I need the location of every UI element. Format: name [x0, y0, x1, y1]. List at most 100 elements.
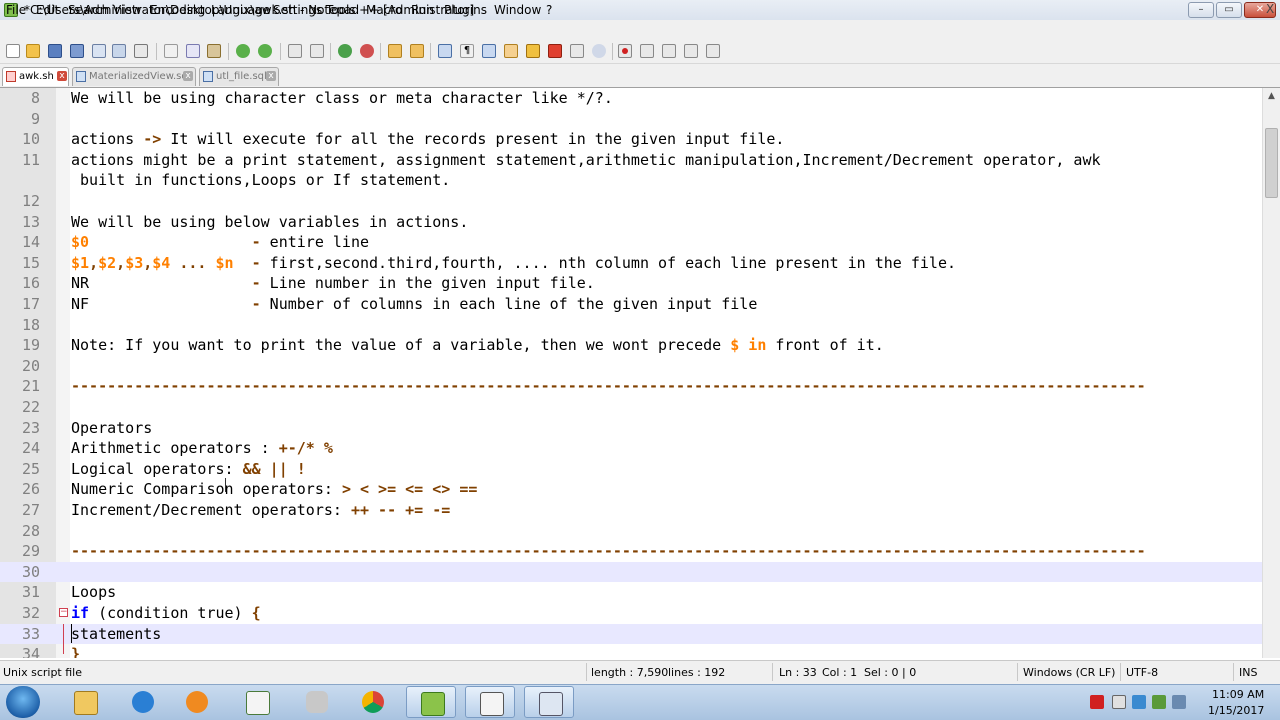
- taskbar-sql[interactable]: [292, 686, 342, 718]
- fold-toggle-icon[interactable]: −: [59, 608, 68, 617]
- scrollbar-thumb[interactable]: [1265, 128, 1278, 198]
- minimize-button[interactable]: –: [1188, 2, 1214, 18]
- code-line[interactable]: 33 statements: [0, 623, 1262, 645]
- menu-encoding[interactable]: Encoding: [150, 3, 205, 17]
- close-all-icon[interactable]: [112, 44, 126, 58]
- code-line[interactable]: 26 Numeric Comparison operators: > < >= <…: [0, 479, 1262, 500]
- code-text[interactable]: Numeric Comparison operators: > < >= <= …: [71, 479, 477, 499]
- editor[interactable]: 8 We will be using character class or met…: [0, 88, 1280, 658]
- undo-icon[interactable]: [236, 44, 250, 58]
- code-text[interactable]: $1,$2,$3,$4 ... $n - first,second.third,…: [71, 253, 956, 273]
- menu-edit[interactable]: Edit: [36, 3, 59, 17]
- code-text[interactable]: Operators: [71, 418, 152, 438]
- menu-window[interactable]: Window: [494, 3, 541, 17]
- tray-battery-icon[interactable]: [1112, 695, 1126, 709]
- code-text[interactable]: NR - Line number in the given input file…: [71, 273, 595, 293]
- code-text[interactable]: We will be using character class or meta…: [71, 88, 613, 108]
- code-line[interactable]: 25 Logical operators: && || !: [0, 459, 1262, 480]
- menu-language[interactable]: Language: [211, 3, 270, 17]
- run-macro-multiple-icon[interactable]: [684, 44, 698, 58]
- copy-icon[interactable]: [186, 44, 200, 58]
- record-macro-icon[interactable]: [618, 44, 632, 58]
- menu-plugins[interactable]: Plugins: [444, 3, 487, 17]
- code-line[interactable]: 30: [0, 561, 1262, 583]
- print-icon[interactable]: [134, 44, 148, 58]
- scroll-up-icon[interactable]: ▲: [1263, 88, 1280, 105]
- code-line[interactable]: 13 We will be using below variables in ac…: [0, 212, 1262, 233]
- taskbar-media-player[interactable]: [172, 686, 222, 718]
- code-line[interactable]: 19 Note: If you want to print the value o…: [0, 335, 1262, 356]
- code-text[interactable]: if (condition true) {: [71, 603, 261, 623]
- new-file-icon[interactable]: [6, 44, 20, 58]
- save-all-icon[interactable]: [70, 44, 84, 58]
- word-wrap-icon[interactable]: [438, 44, 452, 58]
- sync-v-icon[interactable]: [388, 44, 402, 58]
- code-line[interactable]: built in functions,Loops or If statement…: [0, 170, 1262, 191]
- tray-network-icon[interactable]: [1152, 695, 1166, 709]
- zoom-out-icon[interactable]: [360, 44, 374, 58]
- tray-volume-icon[interactable]: [1172, 695, 1186, 709]
- menu-help[interactable]: ?: [546, 3, 552, 17]
- status-mode[interactable]: INS: [1239, 666, 1257, 679]
- monitoring-icon[interactable]: [592, 44, 606, 58]
- taskbar-chrome[interactable]: [348, 686, 398, 718]
- code-text[interactable]: ----------------------------------------…: [71, 376, 1146, 396]
- menu-run[interactable]: Run: [411, 3, 434, 17]
- code-line[interactable]: 29 --------------------------------------…: [0, 541, 1262, 562]
- code-line[interactable]: 34}: [0, 644, 1262, 658]
- close-document-button[interactable]: X: [1266, 2, 1274, 16]
- tab-close-icon[interactable]: x: [266, 71, 276, 81]
- code-line[interactable]: 24 Arithmetic operators : +-/* %: [0, 438, 1262, 459]
- close-icon[interactable]: [92, 44, 106, 58]
- code-text[interactable]: statements: [71, 624, 161, 644]
- menu-search[interactable]: Search: [68, 3, 109, 17]
- menu-macro[interactable]: Macro: [366, 3, 402, 17]
- code-line[interactable]: 12: [0, 191, 1262, 212]
- tab-close-icon[interactable]: x: [57, 71, 67, 81]
- code-line[interactable]: 31 Loops: [0, 582, 1262, 603]
- code-line[interactable]: 22: [0, 397, 1262, 418]
- code-line[interactable]: 11 actions might be a print statement, as…: [0, 150, 1262, 171]
- tab-close-icon[interactable]: x: [183, 71, 193, 81]
- code-text[interactable]: actions -> It will execute for all the r…: [71, 129, 784, 149]
- cut-icon[interactable]: [164, 44, 178, 58]
- code-text[interactable]: We will be using below variables in acti…: [71, 212, 468, 232]
- code-text[interactable]: Loops: [71, 582, 116, 602]
- open-file-icon[interactable]: [26, 44, 40, 58]
- save-macro-icon[interactable]: [706, 44, 720, 58]
- indent-guide-icon[interactable]: [482, 44, 496, 58]
- code-line[interactable]: 32 if (condition true) {−: [0, 603, 1262, 624]
- code-line[interactable]: 10 actions -> It will execute for all the…: [0, 129, 1262, 150]
- tab-materializedview-sql[interactable]: MaterializedView.sql x: [72, 67, 196, 86]
- menu-view[interactable]: View: [113, 3, 141, 17]
- menu-settings[interactable]: Settings: [273, 3, 322, 17]
- code-line[interactable]: 17 NF - Number of columns in each line of…: [0, 294, 1262, 315]
- status-eol[interactable]: Windows (CR LF): [1023, 666, 1115, 679]
- start-button[interactable]: [6, 686, 40, 718]
- code-line[interactable]: 14 $0 - entire line: [0, 232, 1262, 253]
- function-list-icon[interactable]: [548, 44, 562, 58]
- code-line[interactable]: 18: [0, 315, 1262, 336]
- code-line[interactable]: 16 NR - Line number in the given input fi…: [0, 273, 1262, 294]
- taskbar-notepadpp[interactable]: [406, 686, 456, 718]
- code-text[interactable]: Note: If you want to print the value of …: [71, 335, 884, 355]
- doc-map-icon[interactable]: [526, 44, 540, 58]
- taskbar-task[interactable]: [465, 686, 515, 718]
- code-line[interactable]: 23 Operators: [0, 418, 1262, 439]
- save-icon[interactable]: [48, 44, 62, 58]
- folder-as-workspace-icon[interactable]: [570, 44, 584, 58]
- code-text[interactable]: built in functions,Loops or If statement…: [71, 170, 450, 190]
- menu-file[interactable]: File: [6, 3, 26, 17]
- show-all-chars-icon[interactable]: ¶: [460, 44, 474, 58]
- code-line[interactable]: 15 $1,$2,$3,$4 ... $n - first,second.thir…: [0, 253, 1262, 274]
- code-line[interactable]: 28: [0, 521, 1262, 542]
- tray-action-center-icon[interactable]: [1132, 695, 1146, 709]
- code-line[interactable]: 20: [0, 356, 1262, 377]
- code-line[interactable]: 27 Increment/Decrement operators: ++ -- +…: [0, 500, 1262, 521]
- tray-adobe-icon[interactable]: [1090, 695, 1104, 709]
- code-text[interactable]: Increment/Decrement operators: ++ -- += …: [71, 500, 450, 520]
- code-text[interactable]: Arithmetic operators : +-/* %: [71, 438, 333, 458]
- taskbar-internet-explorer[interactable]: [118, 686, 168, 718]
- stop-macro-icon[interactable]: [640, 44, 654, 58]
- sync-h-icon[interactable]: [410, 44, 424, 58]
